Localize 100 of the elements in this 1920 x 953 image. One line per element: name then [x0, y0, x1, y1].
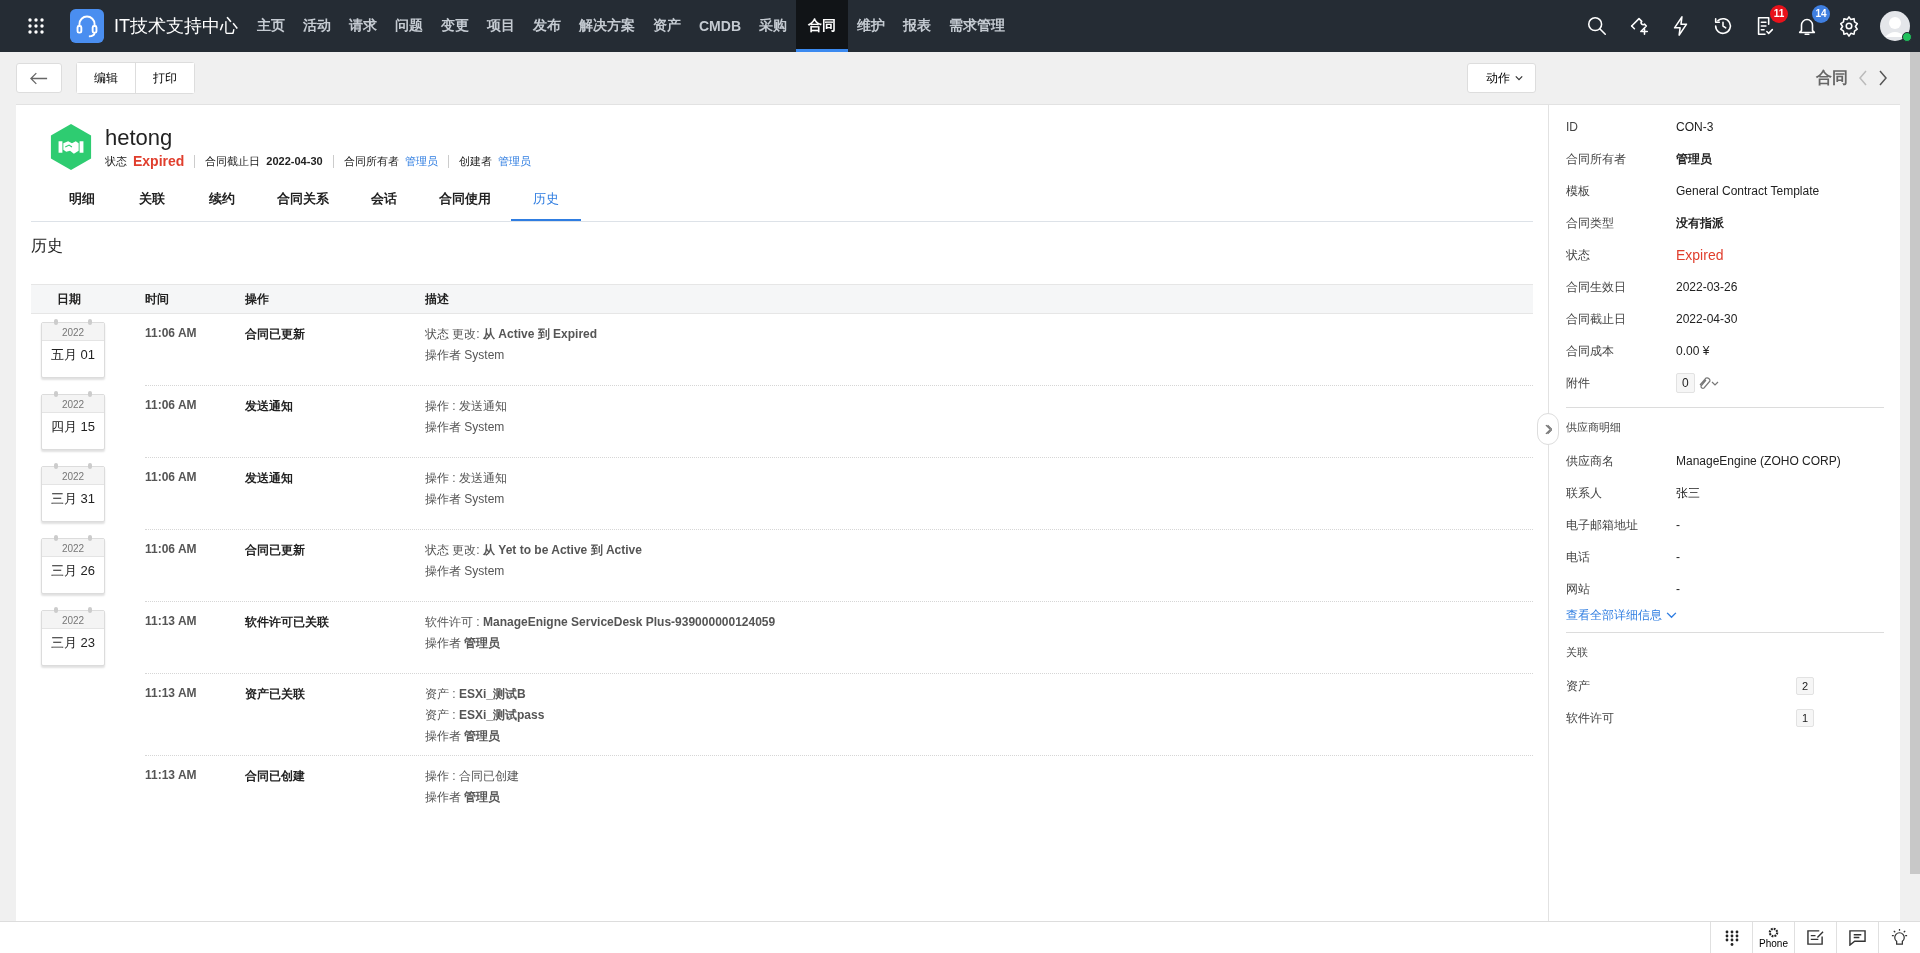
nav-tab[interactable]: 解决方案	[570, 0, 644, 52]
headset-logo-icon	[70, 9, 104, 43]
nav-tab[interactable]: 问题	[386, 0, 432, 52]
app-title: IT技术支持中心	[114, 15, 238, 38]
field-value: 张三	[1676, 484, 1700, 502]
field-value: ManageEngine (ZOHO CORP)	[1676, 454, 1841, 468]
field-value: 0.00 ¥	[1676, 344, 1710, 358]
field-value: Expired	[1676, 247, 1724, 263]
field-label: 联系人	[1566, 484, 1603, 502]
history-time: 11:06 AM	[145, 326, 198, 342]
column-header: 操作	[245, 290, 270, 308]
column-header: 时间	[145, 290, 170, 308]
related-label: 软件许可	[1566, 709, 1615, 727]
calendar-date: 2022 五月 01	[41, 322, 105, 378]
nav-tab[interactable]: 发布	[524, 0, 570, 52]
next-icon[interactable]	[1878, 70, 1888, 86]
nav-tab[interactable]: 维护	[848, 0, 894, 52]
nav-tab[interactable]: 主页	[248, 0, 294, 52]
scrollbar[interactable]	[1910, 52, 1920, 874]
history-time: 11:06 AM	[145, 470, 198, 486]
view-all-details-link[interactable]: 查看全部详细信息	[1566, 607, 1677, 624]
ticket-plus-icon[interactable]	[1628, 15, 1650, 37]
module-title: 合同	[1816, 67, 1848, 88]
meta-value: 2022-04-30	[266, 155, 323, 167]
detail-tab[interactable]: 会话	[349, 181, 419, 221]
history-time: 11:06 AM	[145, 542, 198, 558]
meta-value: Expired	[133, 153, 185, 169]
history-icon[interactable]	[1712, 15, 1734, 37]
nav-tab[interactable]: 需求管理	[940, 0, 1014, 52]
meta-label: 合同截止日	[205, 153, 261, 169]
detail-tab[interactable]: 续约	[187, 181, 257, 221]
history-time: 11:13 AM	[145, 768, 198, 784]
field-label: 合同截止日	[1566, 310, 1627, 328]
detail-tab[interactable]: 历史	[511, 181, 581, 221]
history-time: 11:13 AM	[145, 614, 198, 630]
section-title: 历史	[31, 236, 64, 256]
count-badge: 14	[1812, 5, 1830, 23]
history-description: 操作者 System	[425, 347, 506, 364]
calendar-date: 2022 三月 23	[41, 610, 105, 666]
field-value: -	[1676, 518, 1680, 532]
settings-icon[interactable]	[1838, 15, 1860, 37]
user-avatar[interactable]	[1880, 11, 1910, 41]
detail-tab[interactable]: 关联	[117, 181, 187, 221]
app-grid-icon[interactable]	[28, 18, 44, 34]
collapse-handle[interactable]	[1537, 413, 1559, 445]
nav-tab[interactable]: 采购	[750, 0, 796, 52]
field-label: 合同类型	[1566, 214, 1615, 232]
actions-dropdown[interactable]: 动作	[1467, 63, 1536, 93]
detail-tab[interactable]: 明细	[47, 181, 117, 221]
field-label: 状态	[1566, 246, 1591, 264]
count-badge: 11	[1770, 5, 1788, 23]
related-count[interactable]: 1	[1796, 709, 1815, 727]
history-description: 资产 : ESXi_测试pass	[425, 707, 545, 724]
nav-tab[interactable]: 合同	[796, 0, 848, 52]
calendar-date: 2022 四月 15	[41, 394, 105, 450]
field-value: General Contract Template	[1676, 184, 1820, 198]
history-description: 操作者 管理员	[425, 789, 502, 806]
column-header: 日期	[56, 290, 82, 308]
attachment-count: 0	[1676, 373, 1695, 393]
nav-tab[interactable]: 报表	[894, 0, 940, 52]
related-count[interactable]: 2	[1796, 677, 1815, 695]
nav-tab[interactable]: 请求	[340, 0, 386, 52]
meta-link[interactable]: 管理员	[497, 153, 531, 169]
meta-link[interactable]: 管理员	[404, 153, 438, 169]
field-label: ID	[1566, 120, 1579, 134]
field-label: 供应商名	[1566, 452, 1615, 470]
history-action: 软件许可已关联	[245, 614, 330, 631]
nav-tab[interactable]: CMDB	[690, 0, 750, 52]
field-label: 合同成本	[1566, 342, 1615, 360]
detail-tab[interactable]: 合同关系	[257, 181, 349, 221]
back-button[interactable]	[16, 63, 62, 93]
toolbar-button[interactable]: 编辑	[77, 63, 136, 93]
nav-tab[interactable]: 变更	[432, 0, 478, 52]
field-label: 电话	[1566, 548, 1591, 566]
history-description: 操作者 管理员	[425, 728, 502, 745]
nav-tab[interactable]: 项目	[478, 0, 524, 52]
note-edit-icon	[1806, 929, 1825, 946]
handshake-hexagon-icon	[49, 123, 93, 171]
online-dot-icon	[1902, 32, 1912, 42]
field-label: 电子邮箱地址	[1566, 516, 1639, 534]
section-heading: 供应商明细	[1566, 407, 1884, 439]
meta-label: 状态	[105, 153, 127, 169]
field-label: 合同生效日	[1566, 278, 1627, 296]
field-value: 管理员	[1676, 150, 1712, 168]
calendar-date: 2022 三月 26	[41, 538, 105, 594]
history-action: 合同已创建	[245, 768, 306, 785]
search-icon[interactable]	[1586, 15, 1608, 37]
history-description: 操作者 System	[425, 563, 506, 580]
nav-tab[interactable]: 资产	[644, 0, 690, 52]
chat-icon	[1848, 929, 1867, 946]
field-value: 没有指派	[1676, 214, 1724, 232]
calendar-date: 2022 三月 31	[41, 466, 105, 522]
double-chevron-icon	[1544, 423, 1552, 435]
detail-tab[interactable]: 合同使用	[419, 181, 511, 221]
history-action: 资产已关联	[245, 686, 306, 703]
history-description: 状态 更改: 从 Active 到 Expired	[425, 326, 598, 343]
nav-tab[interactable]: 活动	[294, 0, 340, 52]
history-action: 合同已更新	[245, 542, 306, 559]
history-action: 发送通知	[245, 398, 294, 415]
section-heading: 关联	[1566, 632, 1884, 664]
